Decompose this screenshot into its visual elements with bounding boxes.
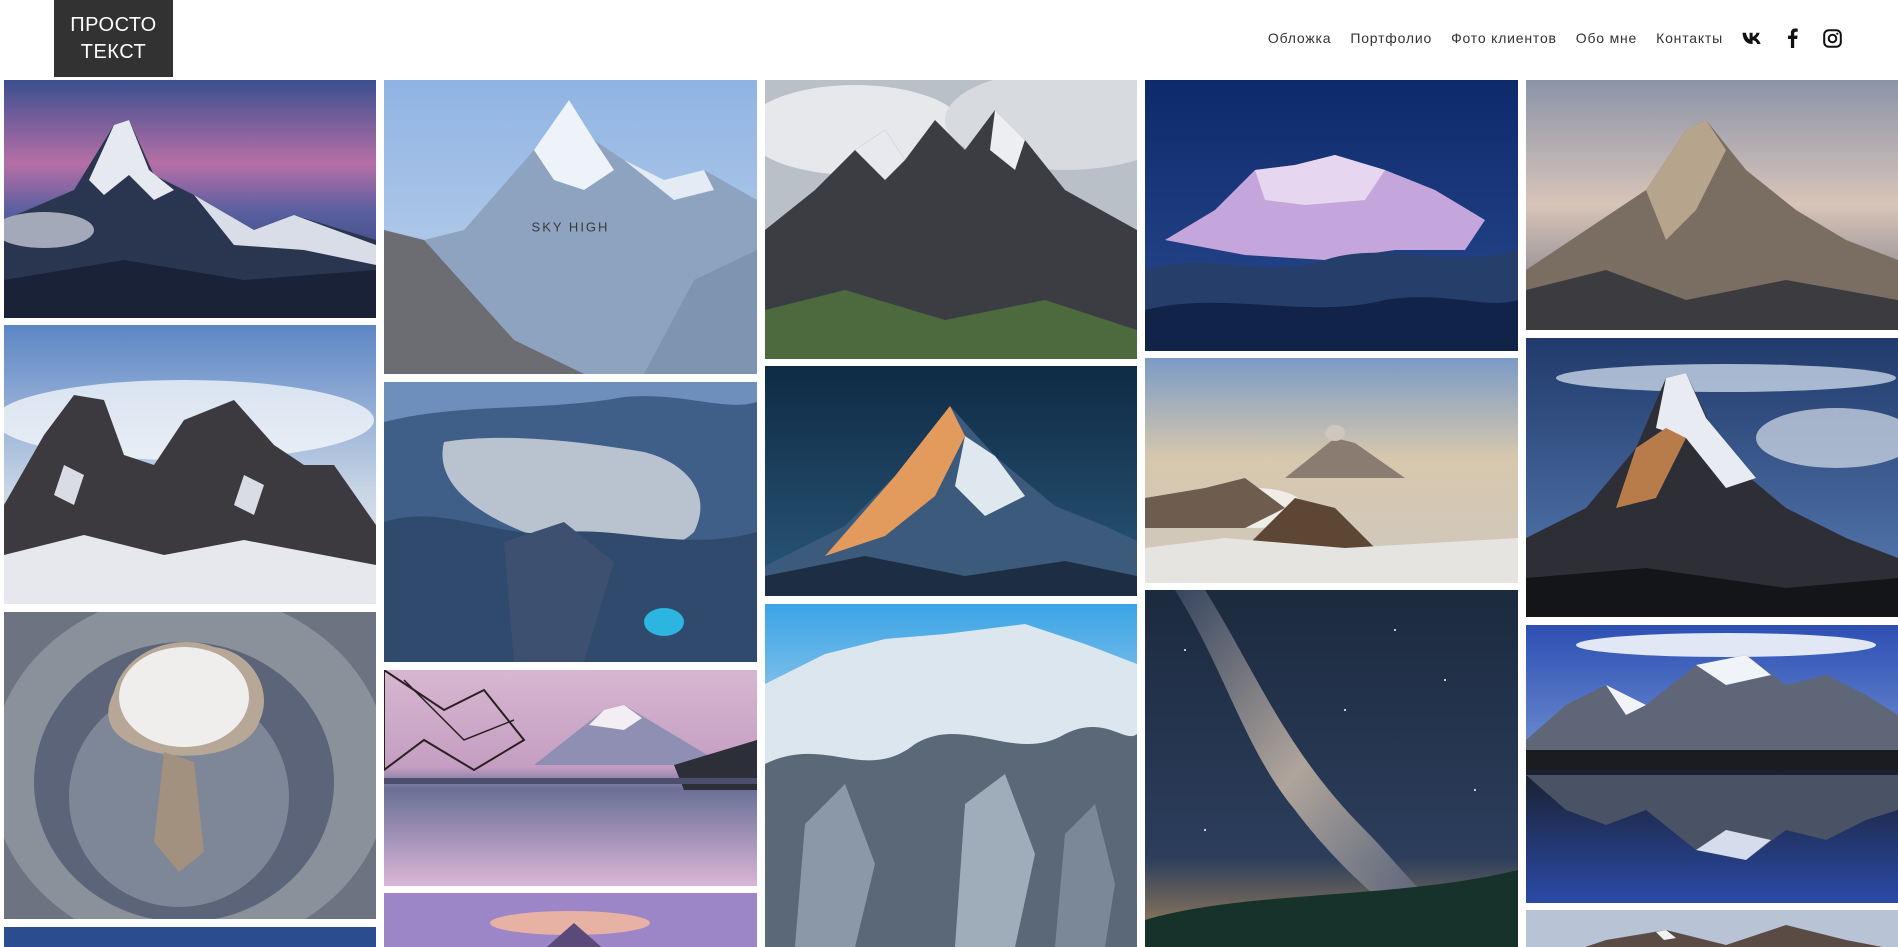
- gallery-photo[interactable]: [384, 382, 757, 662]
- gallery-photo[interactable]: [4, 325, 376, 604]
- gallery-photo[interactable]: [1145, 80, 1518, 351]
- site-logo[interactable]: ПРОСТО ТЕКСТ: [54, 0, 173, 77]
- gallery-photo[interactable]: [1526, 338, 1898, 617]
- gallery-photo[interactable]: [1526, 625, 1898, 903]
- nav-item-contacts[interactable]: Контакты: [1656, 30, 1723, 46]
- gallery-photo[interactable]: [1526, 910, 1898, 947]
- gallery-photo[interactable]: [1526, 80, 1898, 330]
- facebook-icon[interactable]: [1781, 27, 1803, 49]
- photo-gallery: SKY HIGH: [0, 80, 1898, 947]
- gallery-photo[interactable]: [384, 893, 757, 947]
- logo-line-1: ПРОСТО: [70, 13, 157, 36]
- gallery-photo[interactable]: SKY HIGH: [384, 80, 757, 374]
- photo-caption: SKY HIGH: [531, 219, 610, 235]
- gallery-photo[interactable]: [4, 612, 376, 919]
- gallery-photo[interactable]: [765, 604, 1137, 947]
- gallery-photo[interactable]: [1145, 358, 1518, 583]
- instagram-icon[interactable]: [1821, 27, 1843, 49]
- gallery-photo[interactable]: [765, 80, 1137, 359]
- nav-item-about[interactable]: Обо мне: [1576, 30, 1637, 46]
- gallery-photo[interactable]: [4, 80, 376, 318]
- main-nav: Обложка Портфолио Фото клиентов Обо мне …: [1268, 24, 1843, 52]
- vk-icon[interactable]: [1741, 27, 1763, 49]
- nav-item-client-photos[interactable]: Фото клиентов: [1451, 30, 1557, 46]
- gallery-photo[interactable]: [765, 366, 1137, 596]
- nav-item-cover[interactable]: Обложка: [1268, 30, 1331, 46]
- gallery-photo[interactable]: [4, 927, 376, 947]
- site-header: ПРОСТО ТЕКСТ Обложка Портфолио Фото клие…: [0, 0, 1898, 80]
- gallery-photo[interactable]: [1145, 590, 1518, 947]
- gallery-photo[interactable]: [384, 670, 757, 886]
- logo-line-2: ТЕКСТ: [80, 40, 147, 63]
- nav-item-portfolio[interactable]: Портфолио: [1350, 30, 1432, 46]
